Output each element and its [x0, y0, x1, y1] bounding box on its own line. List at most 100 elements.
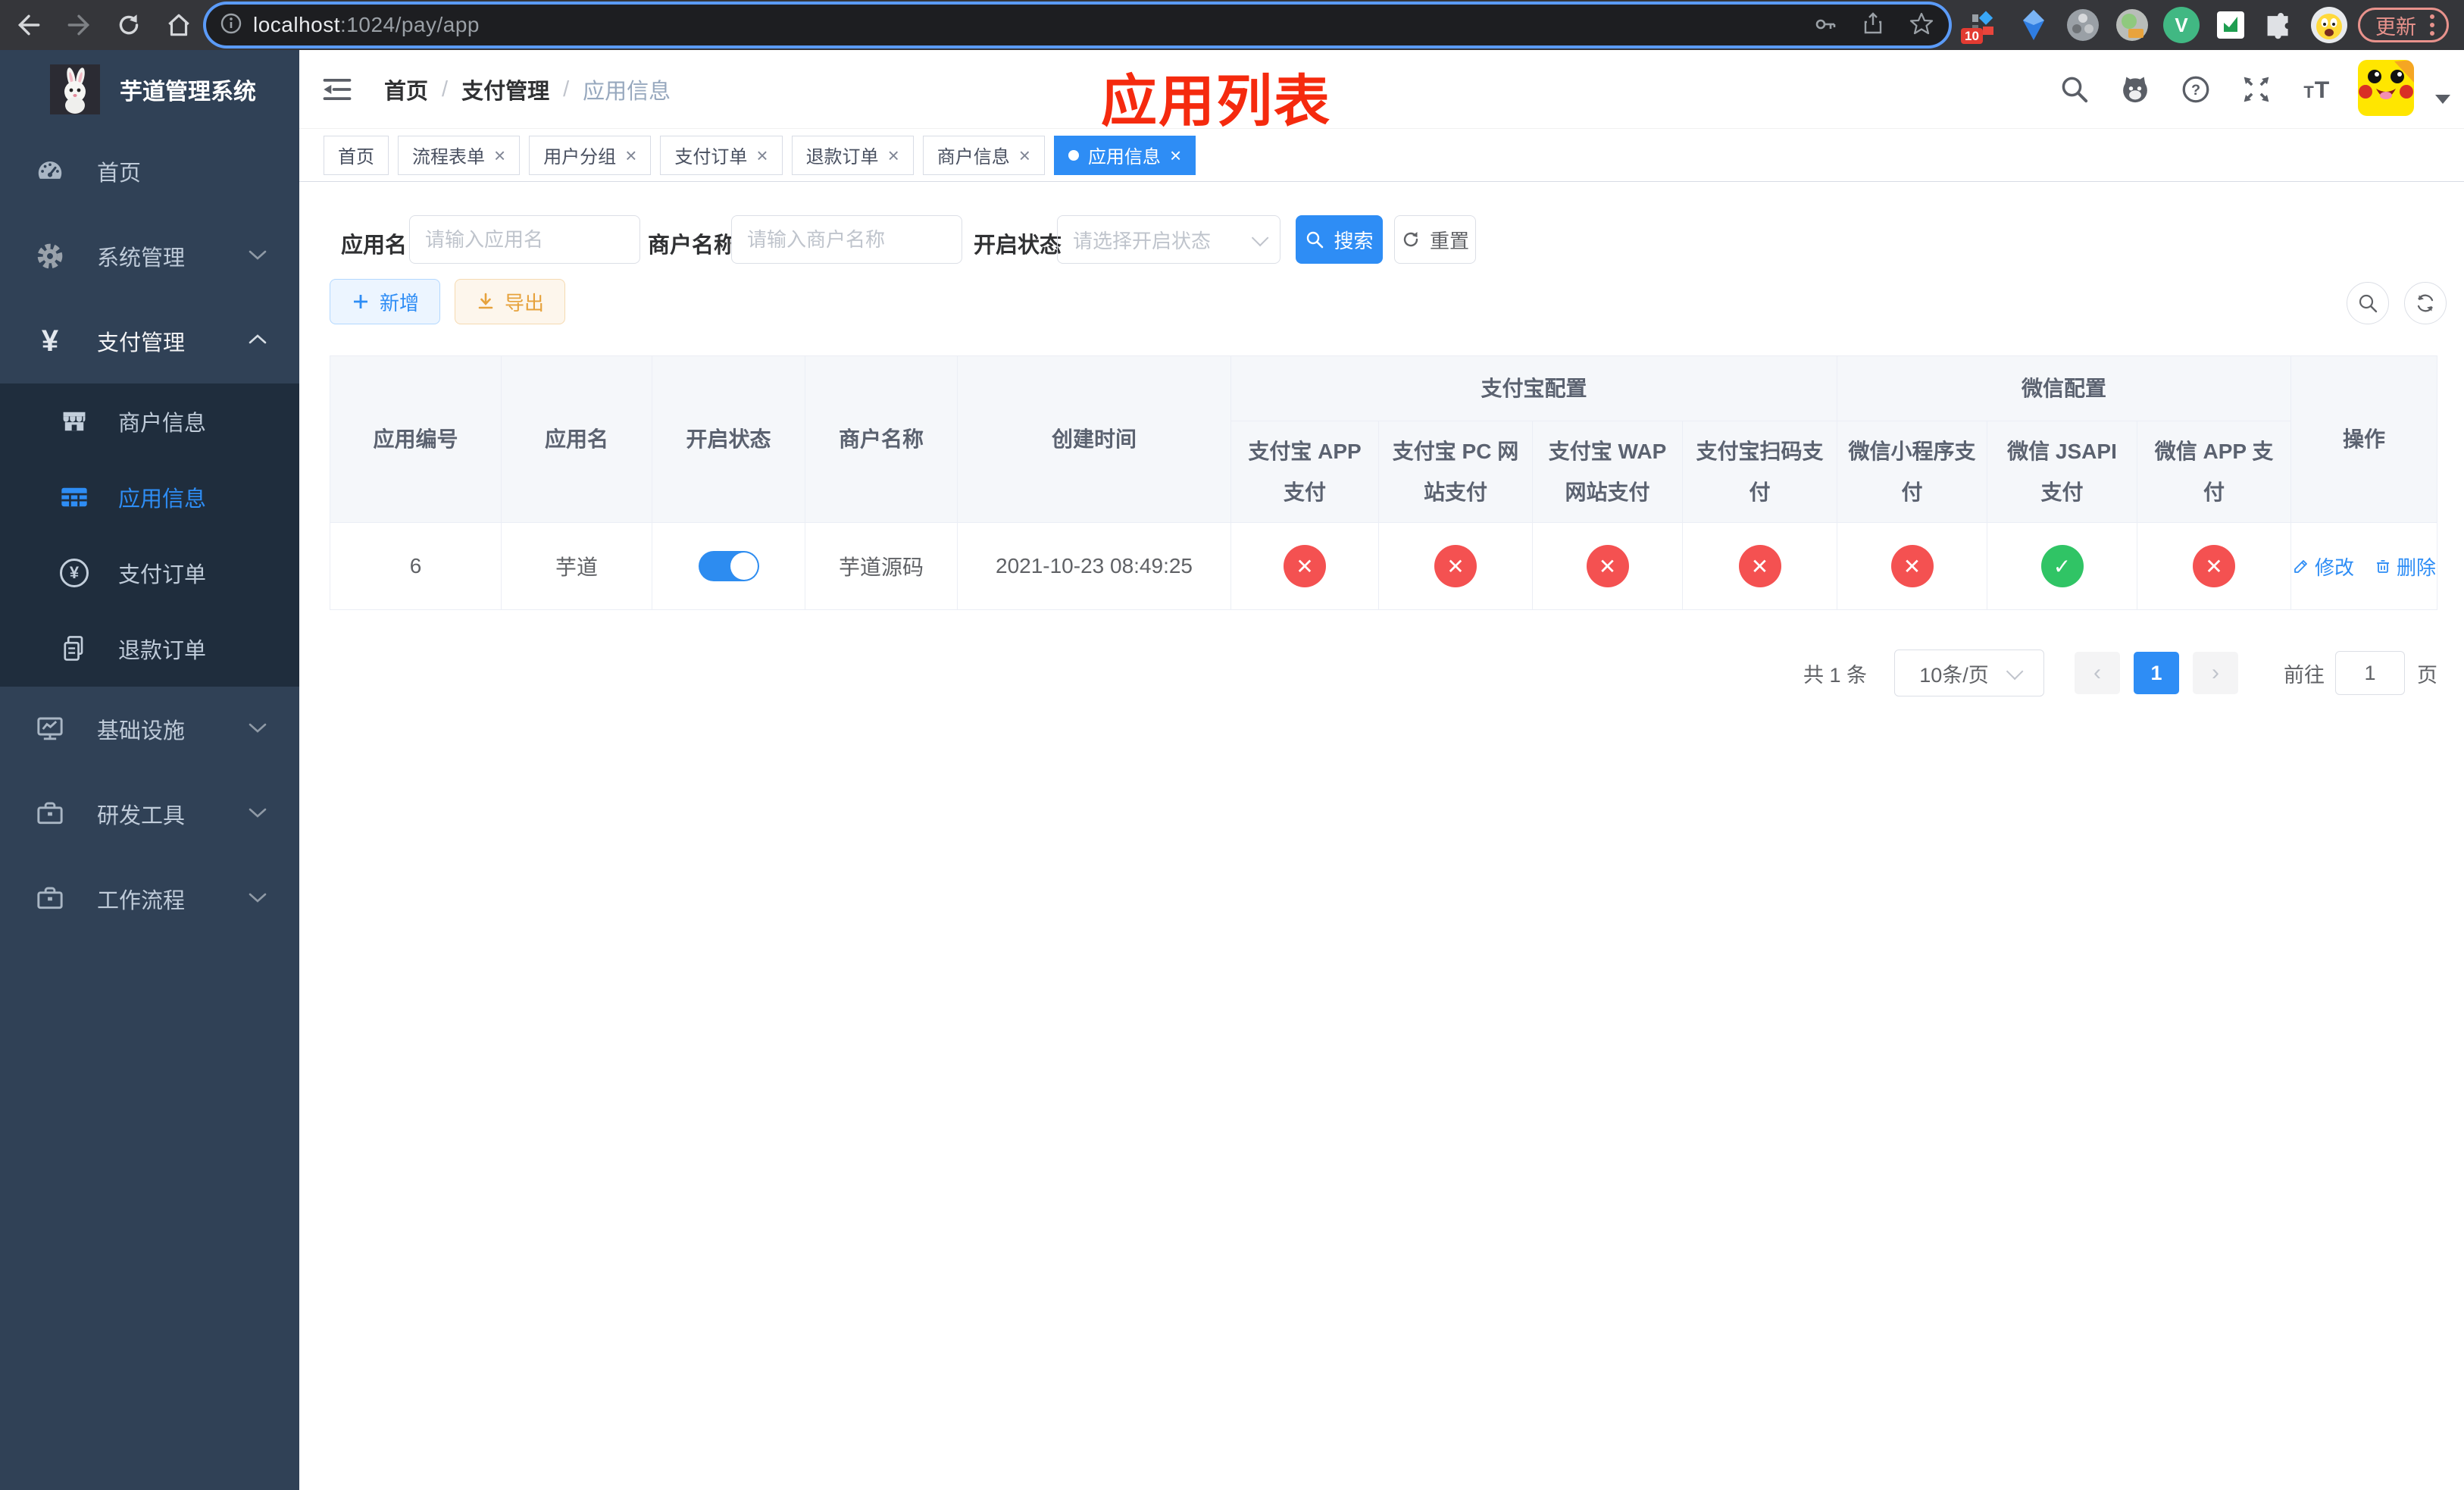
merchant-name-label: 商户名称 [648, 233, 736, 258]
browser-reload-button[interactable] [111, 7, 147, 43]
bookmark-star-icon[interactable] [1909, 11, 1934, 39]
status-badge-wechat-app: ✕ [2193, 545, 2236, 587]
extension-icon-devtools[interactable]: 10 [1961, 5, 2005, 45]
sidebar-item-pay-orders[interactable]: ¥ 支付订单 [0, 535, 299, 611]
delete-link[interactable]: 删除 [2374, 552, 2436, 581]
browser-home-button[interactable] [161, 7, 197, 43]
plus-icon [353, 295, 367, 308]
status-badge-alipay-pc: ✕ [1434, 545, 1477, 587]
cell-created: 2021-10-23 08:49:25 [957, 522, 1231, 610]
chevron-down-icon [248, 722, 267, 737]
annotation-title: 应用列表 [1101, 70, 1331, 133]
tag-process-form[interactable]: 流程表单 × [398, 135, 521, 175]
extension-icon-gem[interactable] [2013, 5, 2054, 45]
grid-table-icon [58, 480, 91, 514]
chevron-up-icon [248, 333, 267, 349]
tag-pay-orders[interactable]: 支付订单 × [660, 135, 783, 175]
download-icon [478, 293, 493, 309]
tag-home[interactable]: 首页 [324, 135, 389, 175]
edit-link[interactable]: 修改 [2292, 552, 2354, 581]
group-alipay-config: 支付宝配置 [1230, 355, 1838, 421]
avatar-caret-icon[interactable] [2435, 95, 2450, 104]
close-icon[interactable]: × [494, 146, 505, 165]
extension-icon-green-doc[interactable] [2210, 5, 2251, 45]
password-key-icon[interactable] [1812, 11, 1837, 39]
close-icon[interactable]: × [1019, 146, 1030, 165]
pagination: 共 1 条 10条/页 ‹ 1 › 前往 页 [1803, 648, 2437, 698]
browser-forward-button[interactable] [61, 7, 97, 43]
goto-label: 前往 [2284, 663, 2325, 687]
user-avatar[interactable] [2358, 59, 2414, 120]
profile-emoji-avatar[interactable] [2309, 5, 2350, 45]
col-wechat-jsapi: 微信 JSAPI 支付 [1987, 421, 2138, 523]
prev-page-button[interactable]: ‹ [2075, 652, 2120, 694]
site-info-icon[interactable] [220, 12, 242, 39]
breadcrumb-current: 应用信息 [583, 80, 671, 104]
col-app-id: 应用编号 [330, 355, 502, 523]
cell-app-name: 芋道 [501, 522, 652, 610]
breadcrumb-section[interactable]: 支付管理 [461, 74, 549, 105]
sidebar-item-infrastructure[interactable]: 基础设施 [0, 687, 299, 772]
toggle-search-button[interactable] [2347, 282, 2389, 324]
app-table: 应用编号 应用名 开启状态 商户名称 创建时间 支付宝配置 微信配置 操作 支付… [330, 355, 2438, 610]
col-alipay-app: 支付宝 APP 支付 [1230, 421, 1379, 523]
browser-menu-icon[interactable] [2430, 14, 2434, 36]
tag-refund-orders[interactable]: 退款订单 × [791, 135, 914, 175]
goto-page-input[interactable] [2335, 651, 2405, 695]
tag-user-group[interactable]: 用户分组 × [529, 135, 652, 175]
app-name-input[interactable] [409, 215, 640, 264]
group-wechat-config: 微信配置 [1837, 355, 2292, 421]
tags-view-bar: 首页 流程表单 × 用户分组 × 支付订单 × 退款订单 × 商户信息 × 应用信息 × [299, 129, 2464, 182]
address-bar[interactable]: localhost:1024/pay/app [206, 5, 1949, 45]
current-page-button[interactable]: 1 [2134, 652, 2179, 694]
extension-icon-propeller[interactable] [2062, 5, 2103, 45]
close-icon[interactable]: × [756, 146, 768, 165]
trash-icon [2377, 560, 2390, 573]
extension-icon-vue-devtools[interactable]: V [2161, 5, 2202, 45]
sidebar-item-home[interactable]: 首页 [0, 129, 299, 214]
sidebar-item-app-info[interactable]: 应用信息 [0, 459, 299, 535]
font-size-icon[interactable]: TT [2297, 70, 2337, 109]
enabled-switch[interactable] [698, 551, 759, 581]
sidebar-collapse-icon[interactable] [321, 73, 354, 106]
add-button[interactable]: 新增 [330, 279, 440, 324]
sidebar-item-workflow[interactable]: 工作流程 [0, 856, 299, 941]
share-icon[interactable] [1861, 11, 1885, 39]
browser-update-button[interactable]: 更新 [2358, 8, 2449, 42]
app-logo[interactable]: 芋道管理系统 [0, 50, 299, 129]
sidebar-item-refund-orders[interactable]: 退款订单 [0, 611, 299, 687]
close-icon[interactable]: × [888, 146, 899, 165]
github-icon[interactable] [2115, 70, 2155, 109]
chevron-down-icon [248, 806, 267, 822]
sidebar-item-merchant-info[interactable]: 商户信息 [0, 383, 299, 459]
close-icon[interactable]: × [1170, 146, 1181, 165]
merchant-name-input[interactable] [731, 215, 962, 264]
sidebar-item-system[interactable]: 系统管理 [0, 214, 299, 299]
sidebar-item-dev-tools[interactable]: 研发工具 [0, 772, 299, 856]
next-page-button[interactable]: › [2193, 652, 2238, 694]
tag-merchant-info[interactable]: 商户信息 × [922, 135, 1045, 175]
export-button[interactable]: 导出 [455, 279, 565, 324]
refresh-table-button[interactable] [2404, 282, 2447, 324]
col-app-name: 应用名 [501, 355, 652, 523]
reset-button[interactable]: 重置 [1394, 215, 1476, 264]
col-merchant: 商户名称 [805, 355, 958, 523]
status-select[interactable]: 请选择开启状态 [1057, 215, 1280, 264]
close-icon[interactable]: × [625, 146, 636, 165]
extension-icon-avatar[interactable] [2112, 5, 2153, 45]
col-created: 创建时间 [957, 355, 1231, 523]
fullscreen-icon[interactable] [2237, 70, 2276, 109]
help-icon[interactable]: ? [2176, 70, 2215, 109]
breadcrumb-home[interactable]: 首页 [384, 74, 428, 105]
page-size-select[interactable]: 10条/页 [1894, 650, 2044, 696]
sidebar-item-payment[interactable]: ¥ 支付管理 [0, 299, 299, 383]
browser-back-button[interactable] [11, 7, 47, 43]
col-alipay-wap: 支付宝 WAP 网站支付 [1532, 421, 1683, 523]
tag-app-info-active[interactable]: 应用信息 × [1053, 135, 1196, 175]
app-name-label: 应用名 [341, 233, 408, 258]
rabbit-logo-image [50, 64, 100, 114]
extensions-puzzle-icon[interactable] [2259, 5, 2300, 45]
search-button[interactable]: 搜索 [1296, 215, 1383, 264]
header-search-icon[interactable] [2055, 70, 2094, 109]
page-unit-label: 页 [2417, 663, 2437, 687]
